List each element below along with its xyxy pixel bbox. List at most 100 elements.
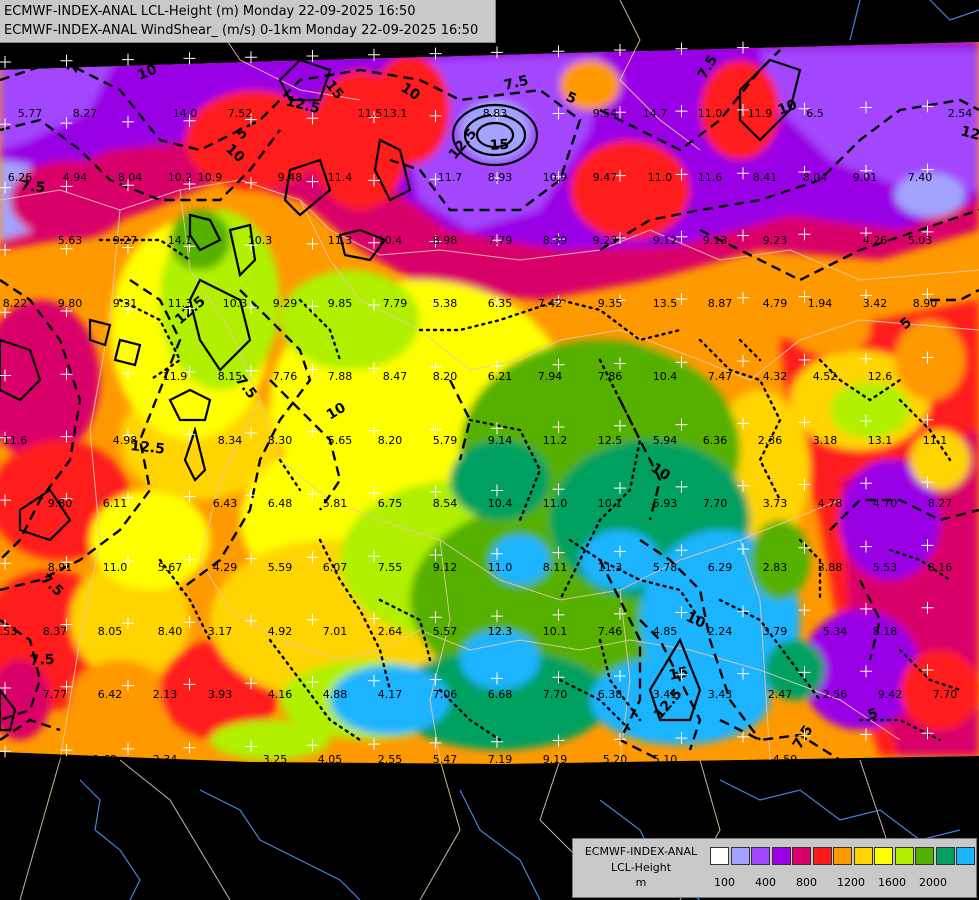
station-value: 5.78	[653, 561, 678, 574]
station-value: 9.29	[273, 297, 298, 310]
station-value: 9.12	[653, 234, 678, 247]
station-value: 9.42	[878, 688, 903, 701]
station-value: 9.23	[593, 234, 618, 247]
station-value: 10.9	[198, 171, 223, 184]
station-value: 5.77	[18, 107, 43, 120]
station-value: 10.1	[543, 625, 568, 638]
station-value: 5.38	[433, 297, 458, 310]
station-value: 4.85	[653, 625, 678, 638]
station-value: 5.03	[908, 234, 933, 247]
station-value: 4.92	[268, 625, 293, 638]
station-value: 11.0	[648, 171, 673, 184]
legend-tick-label: 800	[796, 876, 817, 889]
station-value: 11.0	[698, 107, 723, 120]
station-value: 11.0	[543, 497, 568, 510]
station-value: 8.22	[3, 297, 28, 310]
station-value: 14.0	[173, 107, 198, 120]
station-value: 8.04	[118, 171, 143, 184]
station-value: 8.87	[708, 297, 733, 310]
station-value: 2.64	[378, 625, 403, 638]
legend-swatch	[874, 847, 893, 865]
station-value: 9.48	[278, 171, 303, 184]
station-value: 2.36	[758, 434, 783, 447]
station-value: 11.6	[3, 434, 28, 447]
station-value: 4.79	[763, 297, 788, 310]
station-value: 8.20	[378, 434, 403, 447]
station-value: 8.39	[543, 234, 568, 247]
station-value: 9.31	[113, 297, 138, 310]
legend-swatch	[730, 847, 750, 865]
station-value: 9.47	[593, 171, 618, 184]
station-value: 3.41	[653, 688, 678, 701]
legend-swatch	[935, 847, 955, 865]
station-value: 8.93	[488, 171, 513, 184]
station-value: 13.1	[868, 434, 893, 447]
station-value: 7.06	[433, 688, 458, 701]
station-value: 8.34	[218, 434, 243, 447]
station-value: 3.42	[863, 297, 888, 310]
station-value: 5.47	[433, 753, 458, 766]
station-value: 11.5	[358, 107, 383, 120]
station-value: 3.17	[208, 625, 233, 638]
station-value: 11.3	[598, 561, 623, 574]
station-value: 8.30	[268, 434, 293, 447]
station-value: 9.01	[853, 171, 878, 184]
station-value: 9.54	[593, 107, 618, 120]
station-value: 6.68	[488, 688, 513, 701]
station-value: 8.41	[753, 171, 778, 184]
station-value: 5.59	[268, 561, 293, 574]
station-value: 11.9	[163, 370, 188, 383]
station-value: 6.48	[268, 497, 293, 510]
station-value: 2.54	[948, 107, 973, 120]
station-value: 4.94	[63, 171, 88, 184]
station-value: 3.79	[763, 625, 788, 638]
station-value: 2.24	[708, 625, 733, 638]
station-value: 7.77	[43, 688, 68, 701]
station-value: 8.04	[803, 171, 828, 184]
station-value: 7.47	[708, 370, 733, 383]
station-value: 10.3	[248, 234, 273, 247]
station-value: 8.53	[0, 625, 17, 638]
station-value: 8.18	[873, 625, 898, 638]
station-value: 2.83	[763, 561, 788, 574]
station-value: 9.12	[433, 561, 458, 574]
station-value: 6.26	[8, 171, 33, 184]
station-value: 7.79	[383, 297, 408, 310]
station-value: 7.46	[598, 625, 623, 638]
station-value: 10.4	[488, 497, 513, 510]
station-value: 3.43	[708, 688, 733, 701]
station-value: 2.47	[768, 688, 793, 701]
station-value: 8.47	[383, 370, 408, 383]
station-value: 11.1	[923, 434, 948, 447]
station-value: 6.36	[703, 434, 728, 447]
station-value: 4.17	[378, 688, 403, 701]
station-value: 12.3	[488, 625, 513, 638]
station-value: 5.63	[58, 234, 83, 247]
station-value: 10.2	[168, 171, 193, 184]
legend-swatch	[915, 847, 934, 865]
station-value: 3.93	[208, 688, 233, 701]
station-value: 2.55	[378, 753, 403, 766]
legend-swatch	[894, 847, 914, 865]
station-value: 14.7	[643, 107, 668, 120]
station-value: 11.4	[328, 171, 353, 184]
station-value: 11.7	[438, 171, 463, 184]
station-value: 11.0	[488, 561, 513, 574]
station-value: 4.16	[268, 688, 293, 701]
station-value: 3.88	[818, 561, 843, 574]
station-value: 4.05	[318, 753, 343, 766]
legend-swatch	[956, 847, 975, 865]
station-value: 9.19	[543, 753, 568, 766]
station-value: 11.0	[103, 561, 128, 574]
station-value: 8.98	[433, 234, 458, 247]
station-value: 7.76	[273, 370, 298, 383]
legend-tick-label: 100	[714, 876, 735, 889]
legend-tick-label: 1600	[878, 876, 906, 889]
legend-units: m	[635, 876, 647, 889]
station-value: 5.93	[653, 497, 678, 510]
station-value: 9.80	[48, 497, 73, 510]
station-value: 6.43	[213, 497, 238, 510]
station-value: 8.16	[928, 561, 953, 574]
station-value: 9.13	[703, 234, 728, 247]
station-value: 7.86	[598, 370, 623, 383]
